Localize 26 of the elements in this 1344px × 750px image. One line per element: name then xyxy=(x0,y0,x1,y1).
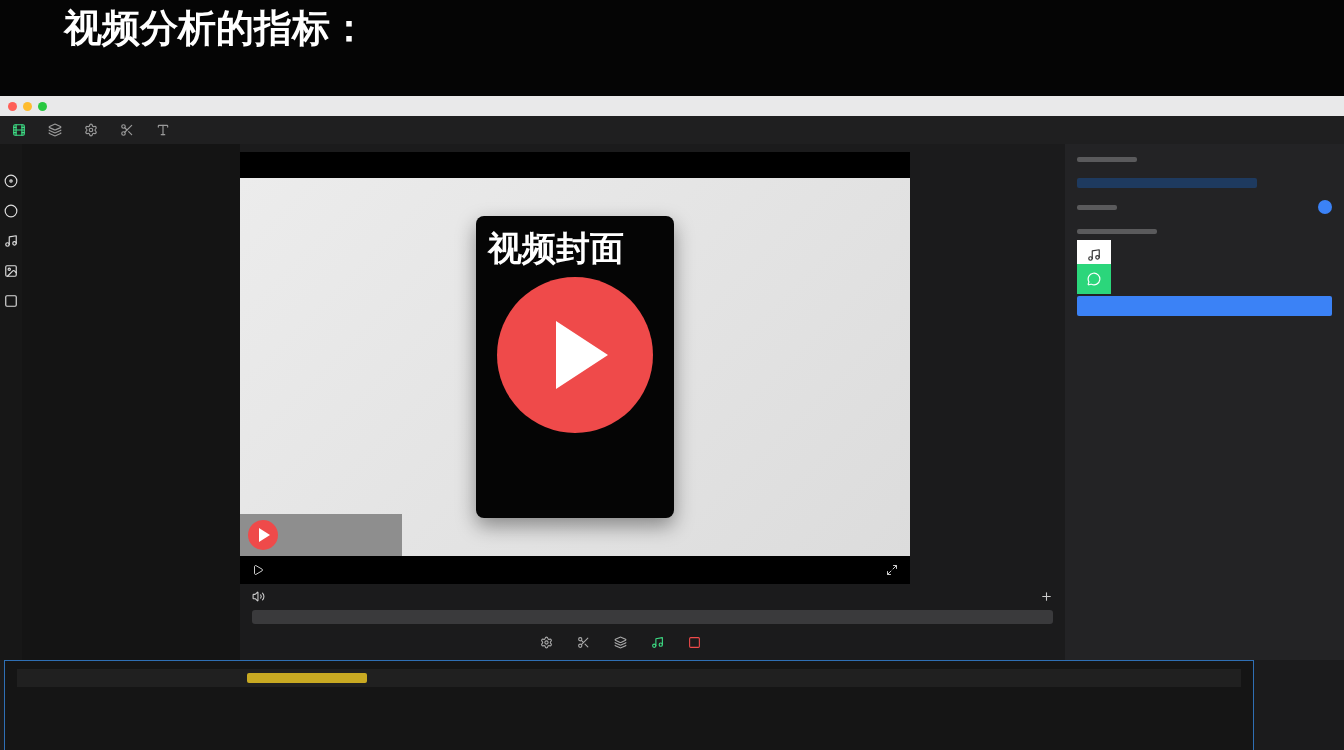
film-icon[interactable] xyxy=(12,123,26,137)
music-icon[interactable] xyxy=(650,635,664,649)
image-icon[interactable] xyxy=(3,264,18,278)
scissors-icon[interactable] xyxy=(576,635,590,649)
fullscreen-icon[interactable] xyxy=(885,564,898,576)
cover-title: 视频封面 xyxy=(487,228,624,268)
text-icon[interactable] xyxy=(156,123,170,137)
timeline-ruler[interactable] xyxy=(17,669,1241,687)
volume-icon[interactable] xyxy=(251,589,265,603)
square-icon[interactable] xyxy=(3,294,18,308)
chat-thumbnail xyxy=(1076,264,1111,294)
square-icon[interactable] xyxy=(687,635,701,649)
toggle-switch[interactable] xyxy=(1318,200,1332,214)
plus-icon[interactable] xyxy=(1039,589,1053,603)
circle-icon[interactable] xyxy=(3,204,18,218)
layers-icon[interactable] xyxy=(613,635,627,649)
music-icon[interactable] xyxy=(3,234,18,248)
layers-icon[interactable] xyxy=(48,123,62,137)
settings-icon[interactable] xyxy=(539,635,553,649)
play-icon[interactable] xyxy=(251,564,264,576)
track-strip[interactable] xyxy=(251,610,1053,624)
settings-icon[interactable] xyxy=(84,123,98,137)
headline: 视频分析的指标： xyxy=(64,5,368,52)
scissors-icon[interactable] xyxy=(120,123,134,137)
disc-icon[interactable] xyxy=(3,174,18,188)
play-icon[interactable] xyxy=(495,276,654,434)
